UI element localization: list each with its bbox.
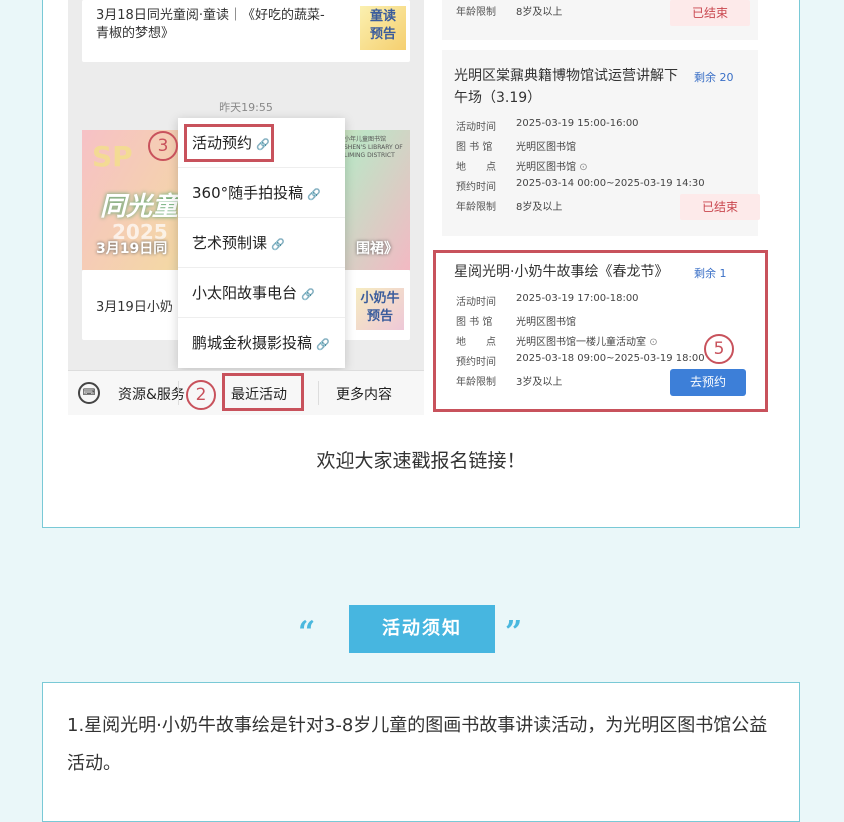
article-thumbnail: 童读 预告 (360, 6, 406, 50)
row-label: 活动时间 (456, 122, 496, 133)
step-marker-3: 3 (148, 131, 178, 161)
row-value: 光明区图书馆 (516, 142, 576, 153)
wechat-screenshot: 3月18日同光童阅·童读｜《好吃的蔬菜- 青椒的梦想》 童读 预告 昨天19:5… (68, 0, 424, 415)
keyboard-icon[interactable]: ⌨ (78, 382, 100, 404)
link-icon: 🔗 (307, 188, 321, 201)
age-label: 年龄限制 (456, 7, 496, 18)
article-title-line1: 3月18日同光童阅·童读｜《好吃的蔬菜- (96, 8, 325, 23)
row-label: 预约时间 (456, 182, 496, 193)
booking-card-top: 年龄限制 8岁及以上 已结束 (442, 0, 758, 40)
highlight-box-recent-activities (222, 373, 304, 411)
menu-item-label: 艺术预制课 (192, 234, 268, 252)
thumb2-line1: 小奶牛 (360, 291, 400, 306)
thumb-line2: 预告 (369, 27, 396, 42)
article-second-thumbnail: 小奶牛 预告 (356, 288, 404, 330)
message-timestamp: 昨天19:55 (219, 101, 273, 114)
menu-item-label: 鹏城金秋摄影投稿 (192, 334, 313, 352)
row-label: 年龄限制 (456, 202, 496, 213)
row-value: 2025-03-19 15:00-16:00 (516, 118, 639, 129)
notice-text: 1.星阅光明·小奶牛故事绘是针对3-8岁儿童的图画书故事讲读活动，为光明区图书馆… (67, 715, 768, 774)
notice-card: 1.星阅光明·小奶牛故事绘是针对3-8岁儿童的图画书故事讲读活动，为光明区图书馆… (42, 682, 800, 822)
banner-sp-text: SP (92, 140, 133, 173)
link-icon: 🔗 (271, 238, 285, 251)
banner-caption-left: 3月19日同 (96, 241, 168, 257)
article-title-line2: 青椒的梦想》 (96, 26, 175, 41)
row-value: 光明区图书馆 ⊙ (516, 158, 588, 173)
menu-item-photo-submission[interactable]: 360°随手拍投稿 🔗 (178, 168, 345, 218)
banner-caption-right: 围裙》 (356, 241, 398, 257)
menu-item-photography-submission[interactable]: 鹏城金秋摄影投稿 🔗 (178, 318, 345, 368)
status-ended-badge: 已结束 (670, 0, 750, 26)
open-quote-icon: “ (298, 615, 316, 650)
row-label: 地 点 (456, 162, 496, 173)
age-value: 8岁及以上 (516, 7, 563, 18)
booking-title-line2: 午场（3.19） (454, 90, 542, 106)
article-second-title: 3月19日小奶 (96, 300, 173, 315)
step-marker-2: 2 (186, 380, 216, 410)
booking-card-museum: 光明区棠鼐典籍博物馆试运营讲解下 午场（3.19） 剩余 20 活动时间 202… (442, 50, 760, 236)
banner-library-text: 小年儿童图书馆 SHEN'S LIBRARY OF LIMING DISTRIC… (344, 136, 403, 159)
location-pin-icon: ⊙ (579, 162, 588, 173)
highlight-box-activity-booking (184, 124, 274, 162)
status-ended-badge: 已结束 (680, 194, 760, 220)
link-icon: 🔗 (316, 338, 330, 351)
divider (178, 381, 179, 405)
menu-item-label: 小太阳故事电台 (192, 284, 298, 302)
remaining-count: 剩余 20 (694, 71, 734, 84)
row-value: 2025-03-14 00:00~2025-03-19 14:30 (516, 178, 705, 189)
row-label: 图 书 馆 (456, 142, 493, 153)
notice-title: 活动须知 (349, 605, 495, 653)
booking-screenshot: 年龄限制 8岁及以上 已结束 光明区棠鼐典籍博物馆试运营讲解下 午场（3.19）… (430, 0, 770, 415)
booking-title-line1: 光明区棠鼐典籍博物馆试运营讲解下 (454, 68, 678, 84)
divider (318, 381, 319, 405)
menu-item-art-course[interactable]: 艺术预制课 🔗 (178, 218, 345, 268)
link-icon: 🔗 (301, 288, 315, 301)
menu-item-story-radio[interactable]: 小太阳故事电台 🔗 (178, 268, 345, 318)
signup-caption: 欢迎大家速戳报名链接！ (316, 450, 526, 472)
thumb-line1: 童读 (369, 9, 396, 24)
menu-resources-services[interactable]: 资源&服务 (118, 384, 185, 404)
close-quote-icon: ” (505, 615, 523, 650)
menu-more-content[interactable]: 更多内容 (336, 384, 392, 404)
article-card-top[interactable]: 3月18日同光童阅·童读｜《好吃的蔬菜- 青椒的梦想》 童读 预告 (82, 0, 410, 62)
thumb2-line2: 预告 (366, 309, 393, 324)
location-text: 光明区图书馆 (516, 162, 576, 173)
menu-item-label: 360°随手拍投稿 (192, 184, 304, 202)
banner-title: 同光童 (100, 192, 179, 222)
highlight-box-story-card (433, 250, 768, 412)
row-value: 8岁及以上 (516, 202, 563, 213)
